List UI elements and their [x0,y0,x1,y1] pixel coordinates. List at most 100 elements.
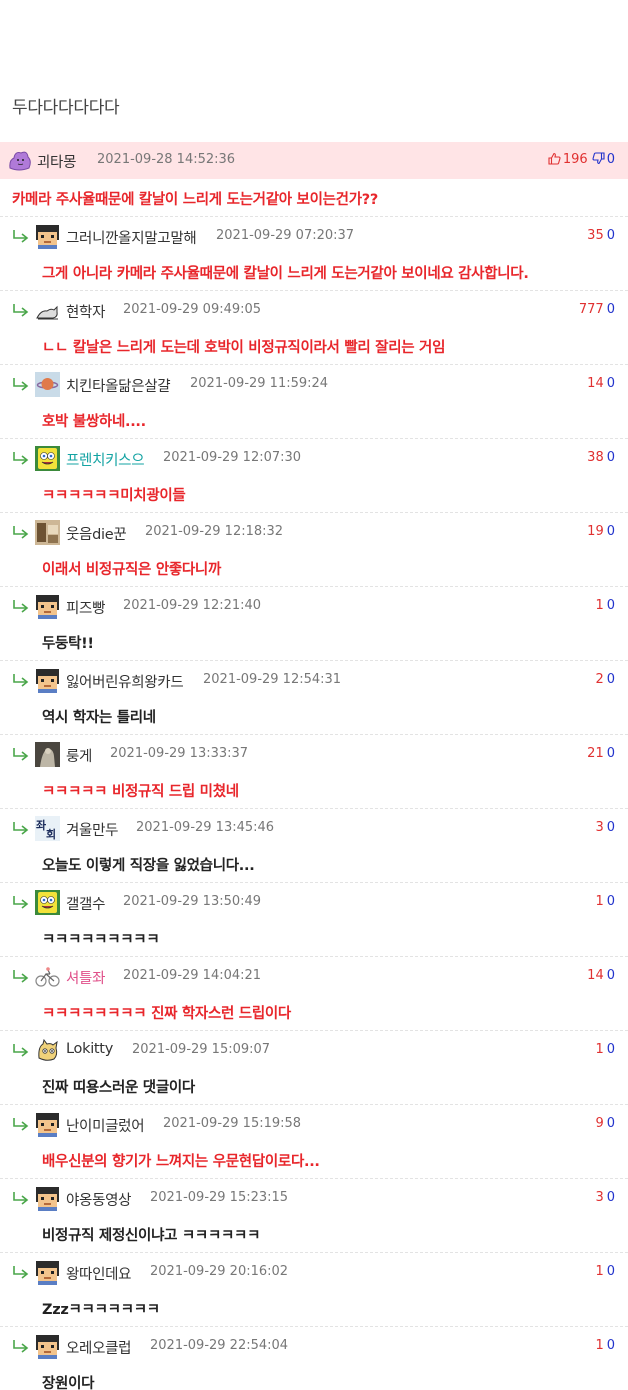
downvote-count[interactable]: 0 [607,598,615,613]
pixel-avatar-icon[interactable] [35,668,60,693]
photo-avatar-icon[interactable] [35,520,60,545]
downvote-count: 0 [606,152,615,167]
downvote-count[interactable]: 0 [607,1116,615,1131]
page: { "page_title": "두다다다다다다", "top_comment"… [0,0,628,1390]
page-title: 두다다다다다다 [12,98,120,118]
sponge-avatar-icon[interactable] [35,446,60,471]
comment-text: 역시 학자는 틀리네 [42,710,156,726]
upvote-count[interactable]: 21 [587,746,604,761]
comment-nickname[interactable]: 갤갤수 [66,893,105,914]
reply-arrow-icon [12,1190,30,1205]
comment-nickname[interactable]: Lokitty [66,1041,113,1057]
comment-nickname[interactable]: 룽게 [66,745,92,766]
upvote-count[interactable]: 38 [587,450,604,465]
comment-text: 배우신분의 향기가 느껴지는 우문현답이로다... [42,1154,320,1170]
upvote-count[interactable]: 1 [595,1338,603,1353]
upvote-count[interactable]: 777 [579,302,604,317]
upvote-count[interactable]: 1 [595,1264,603,1279]
reply-arrow-icon [12,968,30,983]
comment-nickname[interactable]: 그러니깐올지말고말해 [66,227,197,248]
thumbs-down-icon[interactable] [592,152,605,167]
comment-date: 2021-09-29 12:54:31 [203,672,342,687]
comment-nickname[interactable]: 웃음die꾼 [66,523,127,544]
comment-nickname[interactable]: 난이미글렀어 [66,1115,145,1136]
upvote-count[interactable]: 3 [595,820,603,835]
downvote-count[interactable]: 0 [607,376,615,391]
reply-comment: 오레오클럽 2021-09-29 22:54:04 1 0 장원이다 [0,1327,628,1390]
pixel-avatar-icon[interactable] [35,224,60,249]
reply-arrow-icon [12,746,30,761]
top-comment-body: 카메라 주사율때문에 칼날이 느리게 도는거같아 보이는건가?? [0,179,628,217]
vote-counts: 777 0 [579,302,615,317]
comment-nickname[interactable]: 잃어버린유희왕카드 [66,671,184,692]
comment-nickname[interactable]: 치킨타올닮은살걀 [66,375,171,396]
reply-comment: 그러니깐올지말고말해 2021-09-29 07:20:37 35 0 그게 아니라 카… [0,217,628,291]
comment-text: 오늘도 이렇게 직장을 잃었습니다... [42,858,255,874]
comment-date: 2021-09-29 15:23:15 [150,1190,289,1205]
pixel-avatar-icon[interactable] [35,1260,60,1285]
upvote-count: 196 [562,152,588,167]
downvote-count[interactable]: 0 [607,1338,615,1353]
downvote-count[interactable]: 0 [607,302,615,317]
downvote-count[interactable]: 0 [607,524,615,539]
pixel-avatar-icon[interactable] [35,1112,60,1137]
vote-counts: 10 [595,1264,615,1279]
comment-nickname[interactable]: 셔틀좌 [66,967,105,988]
vote-counts: 10 [595,598,615,613]
downvote-count[interactable]: 0 [607,820,615,835]
reply-comment: 웃음die꾼 2021-09-29 12:18:32 19 0 이래서 비정규직은 안좋… [0,513,628,587]
cat-avatar-icon[interactable] [35,298,60,323]
comment-date: 2021-09-28 14:52:36 [97,152,236,167]
vote-counts: 30 [595,1190,615,1205]
comment-nickname[interactable]: 피즈빵 [66,597,105,618]
ditto-avatar-icon[interactable] [7,148,32,173]
reply-arrow-icon [12,820,30,835]
planet-avatar-icon[interactable] [35,372,60,397]
text-avatar-icon[interactable]: 좌회 [35,816,60,841]
pixel-avatar-icon[interactable] [35,1186,60,1211]
svg-text:회: 회 [46,827,56,841]
upvote-count[interactable]: 9 [595,1116,603,1131]
pixel-avatar-icon[interactable] [35,594,60,619]
reply-arrow-icon [12,1116,30,1131]
comment-nickname[interactable]: 겨울만두 [66,819,118,840]
cat-face-avatar-icon[interactable] [35,1038,60,1063]
comment-text: Zzzㅋㅋㅋㅋㅋㅋㅋ [42,1302,160,1318]
downvote-count[interactable]: 0 [607,968,615,983]
comment-nickname[interactable]: 오레오클럽 [66,1337,132,1358]
downvote-count[interactable]: 0 [607,450,615,465]
comment-text: ㅋㅋㅋㅋㅋㅋㅋㅋㅋ [42,932,160,948]
downvote-count[interactable]: 0 [607,1264,615,1279]
upvote-count[interactable]: 1 [595,598,603,613]
sponge-avatar-icon[interactable] [35,890,60,915]
thumbs-up-icon[interactable] [548,152,561,167]
comment-nickname[interactable]: 왕따인데요 [66,1263,132,1284]
upvote-count[interactable]: 1 [595,894,603,909]
upvote-count[interactable]: 2 [595,672,603,687]
upvote-count[interactable]: 35 [587,228,604,243]
downvote-count[interactable]: 0 [607,228,615,243]
comment-text: 이래서 비정규직은 안좋다니까 [42,562,222,578]
vote-counts: 35 0 [587,228,615,243]
bike-avatar-icon[interactable] [35,964,60,989]
upvote-count[interactable]: 3 [595,1190,603,1205]
vote-counts: 196 0 [548,152,615,167]
upvote-count[interactable]: 1 [595,1042,603,1057]
comment-date: 2021-09-29 13:50:49 [123,894,262,909]
comment-nickname[interactable]: 프렌치키스으 [66,449,145,470]
reply-comment: 현학자 2021-09-29 09:49:05 777 0 ㄴㄴ 칼날은 느리게 도는데… [0,291,628,365]
pixel-avatar-icon[interactable] [35,1334,60,1359]
comment-date: 2021-09-29 15:19:58 [163,1116,302,1131]
downvote-count[interactable]: 0 [607,746,615,761]
upvote-count[interactable]: 14 [587,968,604,983]
comment-nickname[interactable]: 야옹동영상 [66,1189,132,1210]
downvote-count[interactable]: 0 [607,894,615,909]
downvote-count[interactable]: 0 [607,672,615,687]
downvote-count[interactable]: 0 [607,1042,615,1057]
dark-photo-avatar-icon[interactable] [35,742,60,767]
downvote-count[interactable]: 0 [607,1190,615,1205]
comment-nickname[interactable]: 괴타몽 [37,151,76,172]
comment-nickname[interactable]: 현학자 [66,301,105,322]
upvote-count[interactable]: 19 [587,524,604,539]
upvote-count[interactable]: 14 [587,376,604,391]
